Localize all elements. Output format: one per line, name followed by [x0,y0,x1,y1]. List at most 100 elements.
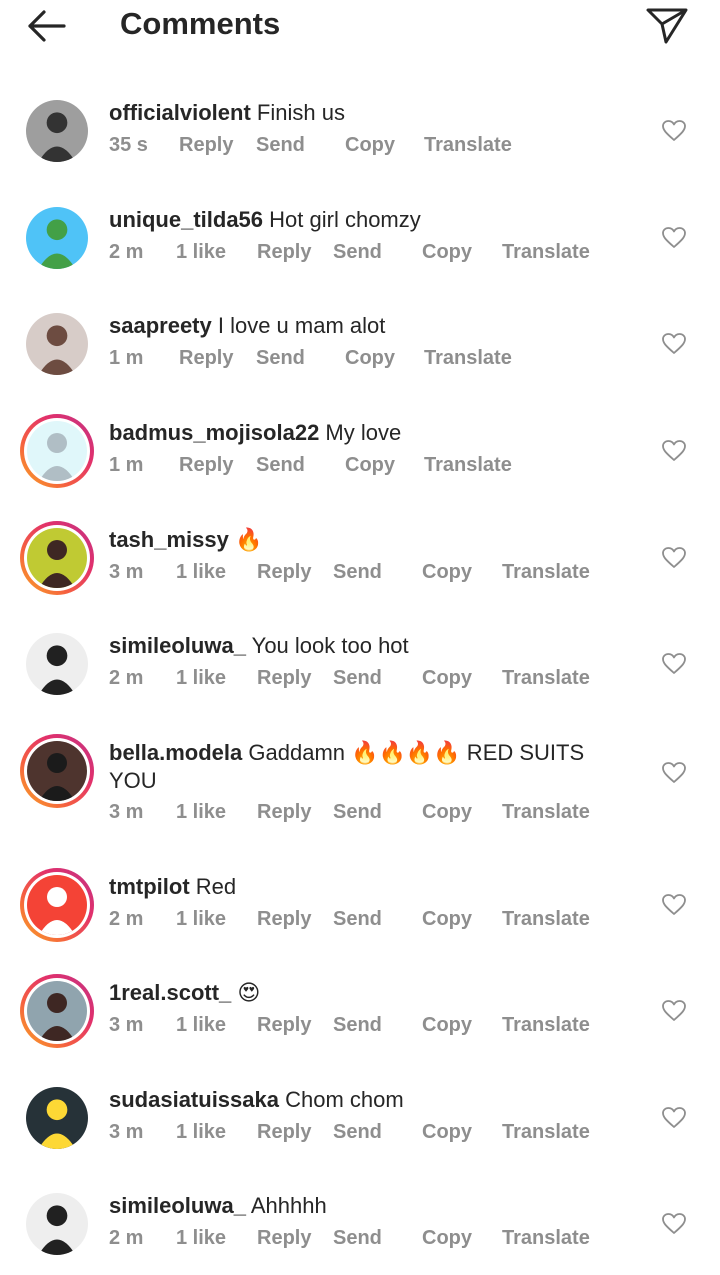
like-button[interactable] [662,333,686,355]
like-button[interactable] [662,1000,686,1022]
avatar-image [26,1087,88,1149]
comment-time: 35 s [109,134,148,156]
avatar-story-ring[interactable] [20,521,94,595]
avatar-story-ring[interactable] [20,414,94,488]
like-button[interactable] [662,547,686,569]
heart-icon [662,653,686,674]
reply-button[interactable]: Reply [257,1121,311,1144]
copy-button[interactable]: Copy [422,667,472,690]
comment-username[interactable]: tash_missy [109,527,229,552]
avatar-story-ring[interactable] [20,734,94,808]
like-button[interactable] [662,440,686,462]
like-button[interactable] [662,120,686,142]
likes-count[interactable]: 1 like [176,667,226,690]
reply-button[interactable]: Reply [179,134,233,157]
translate-button[interactable]: Translate [502,1227,590,1250]
reply-button[interactable]: Reply [257,1014,311,1037]
copy-button[interactable]: Copy [345,134,395,157]
send-button[interactable]: Send [333,241,382,264]
likes-count[interactable]: 1 like [176,801,226,824]
comment-username[interactable]: sudasiatuissaka [109,1087,279,1112]
copy-button[interactable]: Copy [422,1227,472,1250]
comment-text: bella.modela Gaddamn 🔥🔥🔥🔥 RED SUITS YOU [109,739,629,795]
send-button[interactable]: Send [333,908,382,931]
likes-count[interactable]: 1 like [176,241,226,264]
likes-count[interactable]: 1 like [176,1014,226,1037]
like-button[interactable] [662,894,686,916]
copy-button[interactable]: Copy [422,1121,472,1144]
translate-button[interactable]: Translate [502,1121,590,1144]
reply-button[interactable]: Reply [257,241,311,264]
translate-button[interactable]: Translate [424,347,512,370]
avatar[interactable] [26,1087,88,1149]
send-button[interactable]: Send [333,1121,382,1144]
like-button[interactable] [662,227,686,249]
copy-button[interactable]: Copy [422,1014,472,1037]
like-button[interactable] [662,653,686,675]
translate-button[interactable]: Translate [502,241,590,264]
send-button[interactable]: Send [256,134,305,157]
like-button[interactable] [662,1107,686,1129]
reply-button[interactable]: Reply [257,561,311,584]
send-button[interactable]: Send [333,801,382,824]
comment-username[interactable]: unique_tilda56 [109,207,263,232]
reply-button[interactable]: Reply [179,454,233,477]
send-button[interactable]: Send [256,347,305,370]
copy-button[interactable]: Copy [345,454,395,477]
comment-username[interactable]: officialviolent [109,100,251,125]
avatar[interactable] [26,633,88,695]
translate-button[interactable]: Translate [424,454,512,477]
reply-button[interactable]: Reply [257,908,311,931]
comment-time: 3 m [109,1014,144,1036]
comment-username[interactable]: 1real.scott_ [109,980,231,1005]
comment-text: sudasiatuissaka Chom chom [109,1086,629,1114]
reply-button[interactable]: Reply [257,1227,311,1250]
copy-button[interactable]: Copy [422,241,472,264]
comment-username[interactable]: tmtpilot [109,874,190,899]
avatar-image [26,1193,88,1255]
avatar[interactable] [26,207,88,269]
heart-icon [662,333,686,354]
avatar-story-ring[interactable] [20,868,94,942]
copy-button[interactable]: Copy [345,347,395,370]
send-button[interactable]: Send [333,667,382,690]
comment-username[interactable]: saapreety [109,313,212,338]
send-button[interactable]: Send [333,1227,382,1250]
send-button[interactable]: Send [333,1014,382,1037]
comment-text: simileoluwa_ You look too hot [109,632,629,660]
comment-time: 1 m [109,347,144,369]
send-button[interactable]: Send [333,561,382,584]
translate-button[interactable]: Translate [502,667,590,690]
reply-button[interactable]: Reply [257,801,311,824]
comment-body: 🔥 [228,527,263,552]
likes-count[interactable]: 1 like [176,561,226,584]
comment-username[interactable]: simileoluwa_ [109,1193,246,1218]
likes-count[interactable]: 1 like [176,908,226,931]
share-button[interactable] [644,4,690,46]
send-button[interactable]: Send [256,454,305,477]
avatar[interactable] [26,313,88,375]
translate-button[interactable]: Translate [502,908,590,931]
reply-button[interactable]: Reply [257,667,311,690]
avatar-story-ring[interactable] [20,974,94,1048]
avatar[interactable] [26,1193,88,1255]
translate-button[interactable]: Translate [502,561,590,584]
reply-button[interactable]: Reply [179,347,233,370]
avatar[interactable] [26,100,88,162]
copy-button[interactable]: Copy [422,801,472,824]
translate-button[interactable]: Translate [424,134,512,157]
translate-button[interactable]: Translate [502,1014,590,1037]
likes-count[interactable]: 1 like [176,1121,226,1144]
translate-button[interactable]: Translate [502,801,590,824]
like-button[interactable] [662,762,686,784]
comment-username[interactable]: bella.modela [109,740,242,765]
back-button[interactable] [24,6,70,46]
comment-username[interactable]: simileoluwa_ [109,633,246,658]
comment-time: 3 m [109,561,144,583]
likes-count[interactable]: 1 like [176,1227,226,1250]
comment-username[interactable]: badmus_mojisola22 [109,420,319,445]
copy-button[interactable]: Copy [422,561,472,584]
header-bar: Comments [0,0,720,60]
copy-button[interactable]: Copy [422,908,472,931]
like-button[interactable] [662,1213,686,1235]
